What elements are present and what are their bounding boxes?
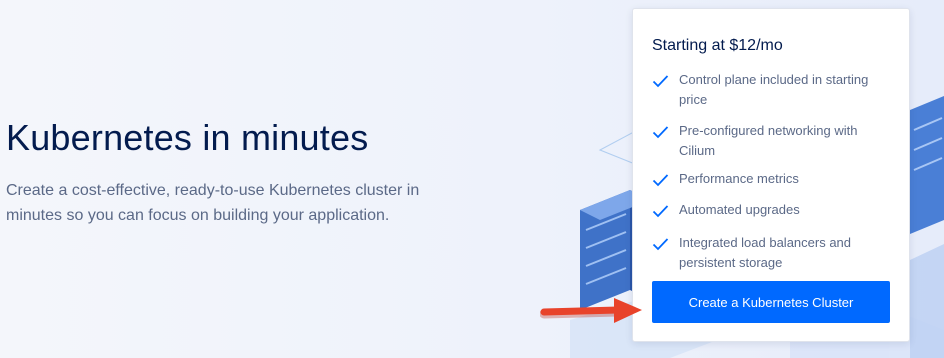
feature-item: Automated upgrades [652,200,892,220]
feature-label: Integrated load balancers and persistent… [679,235,852,270]
check-icon [652,238,669,251]
feature-label: Pre-configured networking with Cilium [679,123,858,158]
pricing-card: Starting at $12/mo Control plane include… [632,8,910,342]
feature-item: Integrated load balancers and persistent… [652,233,892,273]
check-icon [652,126,669,139]
feature-label: Control plane included in starting price [679,72,869,107]
feature-item: Control plane included in starting price [652,70,892,110]
feature-item: Pre-configured networking with Cilium [652,121,892,161]
pricing-title: Starting at $12/mo [652,37,783,54]
feature-item: Performance metrics [652,169,892,189]
check-icon [652,75,669,88]
create-cluster-button[interactable]: Create a Kubernetes Cluster [652,281,890,323]
check-icon [652,174,669,187]
feature-label: Performance metrics [679,171,799,186]
hero-description: Create a cost-effective, ready-to-use Ku… [6,182,420,224]
check-icon [652,205,669,218]
page-title: Kubernetes in minutes [6,117,369,158]
feature-label: Automated upgrades [679,202,800,217]
red-arrow-icon [540,298,642,323]
